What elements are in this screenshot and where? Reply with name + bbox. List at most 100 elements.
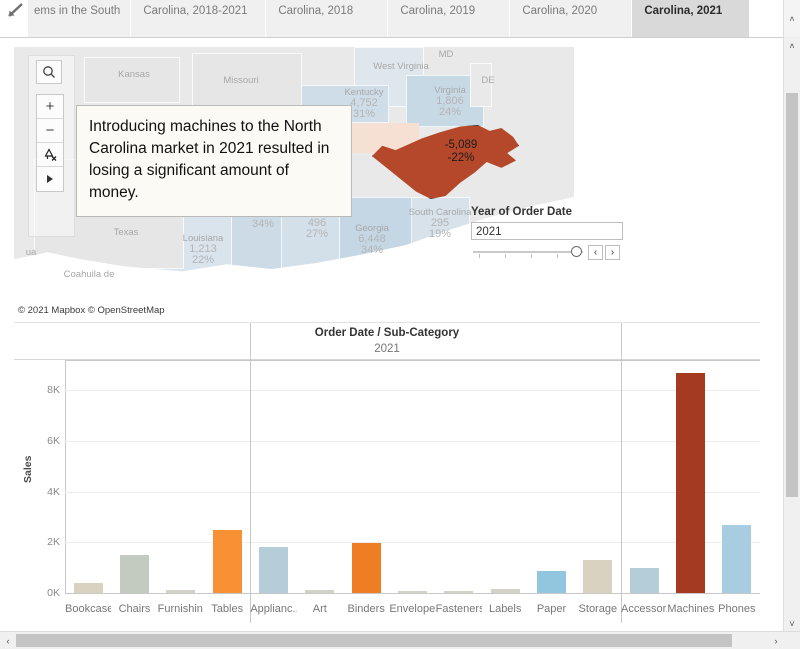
bar-chart-panel: Order Date / Sub-Category 2021 Sales 0K2… — [14, 322, 760, 623]
chart-x-label: Fasteners — [436, 603, 482, 615]
worksheet-tab-bar: ems in the South Carolina, 2018-2021 Car… — [0, 0, 800, 38]
chart-y-tick-label: 6K — [47, 435, 60, 447]
tab-carolina-2018[interactable]: Carolina, 2018 — [266, 0, 388, 37]
scrollbar-corner — [784, 632, 800, 649]
tab-label: Carolina, 2019 — [400, 4, 475, 18]
minus-icon: − — [46, 122, 55, 139]
chart-bar[interactable] — [722, 525, 751, 593]
chart-bars — [65, 360, 760, 593]
map-panel: -5,089 -22% Kansas Missouri Texas West V… — [14, 47, 782, 317]
chart-x-label: Tables — [204, 603, 250, 615]
arrow-cursor-icon — [6, 2, 26, 20]
chart-x-label: Applianc.. — [250, 603, 296, 615]
map-state-delaware[interactable] — [470, 63, 492, 107]
map-nc-sales-value: -5,089 — [445, 139, 478, 151]
scroll-right-button[interactable]: › — [768, 632, 784, 649]
year-filter-ticks — [473, 254, 583, 259]
chart-bar[interactable] — [259, 547, 288, 593]
chart-x-label: Accessor.. — [621, 603, 667, 615]
tab-bar-scroll-up-button[interactable]: ˄ — [783, 0, 800, 37]
chart-x-label: Labels — [482, 603, 528, 615]
search-icon — [42, 65, 56, 79]
tab-bar-cursor-arrow — [0, 0, 28, 37]
map-toolbar: + − — [36, 60, 64, 192]
chart-y-tick-label: 2K — [47, 536, 60, 548]
map-clear-selection-button[interactable] — [37, 143, 63, 167]
map-search-button[interactable] — [36, 60, 62, 84]
chart-x-label: Furnishin.. — [158, 603, 204, 615]
chart-x-label: Envelopes — [389, 603, 435, 615]
map-expand-toolbar-button[interactable] — [37, 167, 63, 191]
chart-bar[interactable] — [537, 571, 566, 593]
chart-bar[interactable] — [583, 560, 612, 593]
chart-bar[interactable] — [305, 590, 334, 593]
tab-carolina-2018-2021[interactable]: Carolina, 2018-2021 — [131, 0, 266, 37]
chart-bar[interactable] — [444, 591, 473, 593]
map-state-kansas[interactable] — [84, 57, 180, 103]
vertical-scrollbar[interactable]: ˄ ˅ — [783, 37, 800, 632]
chart-x-axis-labels: BookcasesChairsFurnishin..TablesApplianc… — [65, 595, 760, 615]
chart-plot-area[interactable]: 0K2K4K6K8K — [65, 360, 760, 593]
tab-label: Carolina, 2021 — [644, 4, 722, 18]
chart-bar[interactable] — [352, 543, 381, 593]
tab-carolina-2019[interactable]: Carolina, 2019 — [388, 0, 510, 37]
year-filter-value[interactable]: 2021 — [471, 222, 623, 240]
map-nc-value-label: -5,089 -22% — [426, 139, 496, 165]
chart-x-label: Art — [297, 603, 343, 615]
chart-bar[interactable] — [398, 591, 427, 593]
chevron-right-icon: › — [611, 247, 614, 258]
chart-y-tick-label: 8K — [47, 384, 60, 396]
chart-bar[interactable] — [676, 373, 705, 593]
map-state-missouri[interactable] — [192, 53, 302, 111]
chart-bar[interactable] — [120, 555, 149, 593]
year-filter-next-button[interactable]: › — [605, 245, 620, 260]
tab-carolina-2020[interactable]: Carolina, 2020 — [510, 0, 632, 37]
chart-y-tick-label: 0K — [47, 587, 60, 599]
plus-icon: + — [46, 98, 55, 115]
chevron-up-icon: ˄ — [789, 14, 794, 24]
year-of-order-date-filter: Year of Order Date 2021 ‹ › — [471, 206, 631, 262]
chart-x-label: Paper — [528, 603, 574, 615]
vertical-scrollbar-thumb[interactable] — [786, 93, 798, 497]
chart-bar[interactable] — [166, 590, 195, 593]
chart-bar[interactable] — [74, 583, 103, 593]
year-filter-title: Year of Order Date — [471, 206, 631, 218]
chart-gridline — [65, 593, 760, 594]
map-annotation-text: Introducing machines to the North Caroli… — [89, 118, 329, 201]
scroll-up-button[interactable]: ˄ — [784, 37, 800, 54]
scroll-left-button[interactable]: ‹ — [0, 632, 16, 649]
chart-bar[interactable] — [630, 568, 659, 593]
year-filter-knob[interactable] — [571, 246, 582, 257]
chart-x-label: Storage — [575, 603, 621, 615]
map-zoom-in-button[interactable]: + — [37, 95, 63, 119]
clear-selection-icon — [43, 147, 58, 162]
chevron-left-icon: ‹ — [594, 247, 597, 258]
chart-title: Order Date / Sub-Category — [14, 327, 760, 339]
map-annotation-callout[interactable]: Introducing machines to the North Caroli… — [76, 105, 352, 217]
chart-x-label: Bookcases — [65, 603, 111, 615]
chart-y-tick-label: 4K — [47, 486, 60, 498]
chart-subtitle: 2021 — [14, 343, 760, 355]
chart-bar[interactable] — [213, 530, 242, 593]
chart-x-label: Phones — [714, 603, 760, 615]
chevron-right-icon: › — [775, 636, 778, 646]
chevron-left-icon: ‹ — [7, 636, 10, 646]
chevron-up-icon: ˄ — [789, 41, 794, 51]
horizontal-scrollbar[interactable]: ‹ › — [0, 631, 800, 649]
tab-label: Carolina, 2018 — [278, 4, 353, 18]
tab-carolina-2021[interactable]: Carolina, 2021 — [632, 0, 750, 37]
scroll-down-button[interactable]: ˅ — [784, 615, 800, 632]
tab-items-in-the-south[interactable]: ems in the South — [28, 0, 131, 37]
map-attribution: © 2021 Mapbox © OpenStreetMap — [14, 304, 169, 317]
map-zoom-group: + − — [36, 94, 64, 192]
horizontal-scrollbar-thumb[interactable] — [16, 634, 732, 647]
year-filter-slider[interactable]: ‹ › — [471, 246, 623, 262]
chart-bar[interactable] — [491, 589, 520, 593]
tab-label: Carolina, 2018-2021 — [143, 4, 247, 18]
map-zoom-out-button[interactable]: − — [37, 119, 63, 143]
dashboard-root: ems in the South Carolina, 2018-2021 Car… — [0, 0, 800, 649]
chart-y-axis-title: Sales — [22, 456, 34, 483]
year-filter-track — [473, 251, 583, 253]
chart-x-label: Machines — [667, 603, 713, 615]
year-filter-prev-button[interactable]: ‹ — [588, 245, 603, 260]
